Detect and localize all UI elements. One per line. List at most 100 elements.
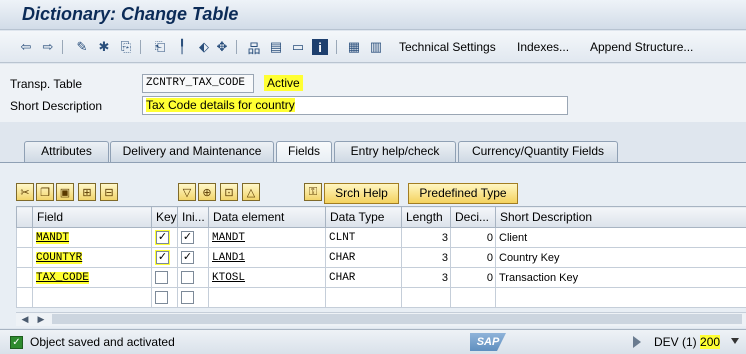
- srch-help-button[interactable]: Srch Help: [324, 183, 399, 204]
- table-name-field[interactable]: ZCNTRY_TAX_CODE: [142, 74, 254, 93]
- layout-icon[interactable]: ▤: [268, 39, 284, 55]
- length-cell[interactable]: 3: [401, 247, 451, 268]
- initial-checkbox[interactable]: [181, 291, 194, 304]
- status-message: Object saved and activated: [30, 335, 175, 349]
- tab-currency-quantity-fields[interactable]: Currency/Quantity Fields: [458, 141, 618, 162]
- length-cell[interactable]: 3: [401, 267, 451, 288]
- data-type-cell[interactable]: CHAR: [325, 267, 402, 288]
- tab-entry-help-check[interactable]: Entry help/check: [334, 141, 456, 162]
- column-header-short-description[interactable]: Short Description: [495, 206, 746, 228]
- data-element-cell[interactable]: [208, 287, 326, 308]
- edit-pencil-icon[interactable]: ✎: [74, 39, 90, 55]
- data-type-cell[interactable]: CLNT: [325, 227, 402, 248]
- insert-row-icon[interactable]: ⊞: [78, 183, 96, 201]
- sort-down-icon[interactable]: ▽: [178, 183, 196, 201]
- scroll-right-icon[interactable]: ▶: [34, 313, 48, 326]
- row-selector[interactable]: [16, 267, 33, 288]
- initial-cell: ✓: [177, 227, 209, 248]
- column-header-field[interactable]: Field: [32, 206, 152, 228]
- row-selector[interactable]: [16, 227, 33, 248]
- key-cell: [151, 267, 178, 288]
- tab-delivery-maintenance[interactable]: Delivery and Maintenance: [110, 141, 274, 162]
- predefined-type-button[interactable]: Predefined Type: [408, 183, 518, 204]
- length-cell[interactable]: 3: [401, 227, 451, 248]
- decimals-cell[interactable]: 0: [450, 247, 496, 268]
- indexes-button[interactable]: Indexes...: [517, 40, 569, 54]
- row-selector[interactable]: [16, 287, 33, 308]
- system-dropdown-icon[interactable]: [731, 338, 739, 344]
- key-checkbox[interactable]: [155, 291, 168, 304]
- back-arrow-icon[interactable]: ⇦: [18, 39, 34, 55]
- forward-arrow-icon[interactable]: ⇨: [40, 39, 56, 55]
- paste-icon[interactable]: ▣: [56, 183, 74, 201]
- technical-settings-button[interactable]: Technical Settings: [399, 40, 496, 54]
- hierarchy-icon[interactable]: 品: [246, 39, 262, 56]
- display-object-icon[interactable]: ╿: [174, 39, 190, 55]
- key-icon[interactable]: ⚿: [304, 183, 322, 201]
- short-description-cell[interactable]: Client: [495, 227, 746, 248]
- key-cell: [151, 287, 178, 308]
- short-description-cell[interactable]: Transaction Key: [495, 267, 746, 288]
- relationships-icon[interactable]: ▦: [346, 39, 362, 55]
- cut-icon[interactable]: ✂: [16, 183, 34, 201]
- key-checkbox[interactable]: [155, 271, 168, 284]
- tab-attributes[interactable]: Attributes: [24, 141, 109, 162]
- append-structure-button[interactable]: Append Structure...: [590, 40, 693, 54]
- table-row: [16, 287, 746, 308]
- decimals-cell[interactable]: 0: [450, 267, 496, 288]
- decimals-cell[interactable]: 0: [450, 227, 496, 248]
- row-select-all[interactable]: [16, 206, 33, 228]
- decimals-cell[interactable]: [450, 287, 496, 308]
- navigate-icon[interactable]: ✥: [214, 39, 230, 55]
- expand-status-icon[interactable]: [633, 336, 641, 348]
- copy-field-icon[interactable]: ⊡: [220, 183, 238, 201]
- delete-row-icon[interactable]: ⊟: [100, 183, 118, 201]
- column-header-data-type[interactable]: Data Type: [325, 206, 402, 228]
- data-type-cell[interactable]: CHAR: [325, 247, 402, 268]
- insert-field-icon[interactable]: ⊕: [198, 183, 216, 201]
- field-name-cell[interactable]: TAX_CODE: [32, 267, 152, 288]
- column-header-initial[interactable]: Ini...: [177, 206, 209, 228]
- sort-up-icon[interactable]: △: [242, 183, 260, 201]
- row-selector[interactable]: [16, 247, 33, 268]
- application-toolbar: ⇦ ⇨ ✎ ✱ ⎘ ⎗ ╿ ⬖ ✥ 品 ▤ ▭ i ▦ ▥ Technical …: [0, 31, 746, 63]
- screen-icon[interactable]: ▭: [290, 39, 306, 55]
- copy-icon[interactable]: ❐: [36, 183, 54, 201]
- navigate-icon[interactable]: ⬖: [196, 39, 212, 55]
- initial-checkbox[interactable]: ✓: [181, 251, 194, 264]
- initial-checkbox[interactable]: [181, 271, 194, 284]
- column-header-data-element[interactable]: Data element: [208, 206, 326, 228]
- info-icon[interactable]: i: [312, 39, 328, 55]
- data-element-text: KTOSL: [212, 271, 246, 284]
- activate-icon[interactable]: ✱: [96, 39, 112, 55]
- scroll-left-icon[interactable]: ◀: [18, 313, 32, 326]
- data-element-cell[interactable]: LAND1: [208, 247, 326, 268]
- table-icon[interactable]: ▥: [368, 39, 384, 55]
- scroll-thumb[interactable]: [52, 314, 742, 324]
- key-checkbox[interactable]: ✓: [156, 231, 169, 244]
- short-description-cell[interactable]: [495, 287, 746, 308]
- short-description-cell[interactable]: Country Key: [495, 247, 746, 268]
- length-cell[interactable]: [401, 287, 451, 308]
- client-number: 200: [700, 335, 721, 349]
- field-name-cell[interactable]: COUNTYR: [32, 247, 152, 268]
- field-name-cell[interactable]: MANDT: [32, 227, 152, 248]
- data-element-cell[interactable]: MANDT: [208, 227, 326, 248]
- key-checkbox[interactable]: ✓: [156, 251, 169, 264]
- table-row: MANDT ✓ ✓ MANDT CLNT 3 0 Client: [16, 227, 746, 248]
- initial-checkbox[interactable]: ✓: [181, 231, 194, 244]
- column-header-decimals[interactable]: Deci...: [450, 206, 496, 228]
- data-type-cell[interactable]: [325, 287, 402, 308]
- key-checkbox-wrap: ✓: [155, 230, 170, 245]
- field-name-text: MANDT: [36, 231, 70, 244]
- field-name-cell[interactable]: [32, 287, 152, 308]
- system-info: DEV (1) 200: [654, 335, 721, 349]
- horizontal-scrollbar[interactable]: ◀ ▶: [16, 312, 746, 326]
- tab-fields[interactable]: Fields: [276, 141, 332, 162]
- column-header-length[interactable]: Length: [401, 206, 451, 228]
- check-icon[interactable]: ⎘: [118, 39, 134, 55]
- data-element-cell[interactable]: KTOSL: [208, 267, 326, 288]
- column-header-key[interactable]: Key: [151, 206, 178, 228]
- where-used-icon[interactable]: ⎗: [152, 39, 168, 55]
- short-description-field[interactable]: Tax Code details for country: [142, 96, 568, 115]
